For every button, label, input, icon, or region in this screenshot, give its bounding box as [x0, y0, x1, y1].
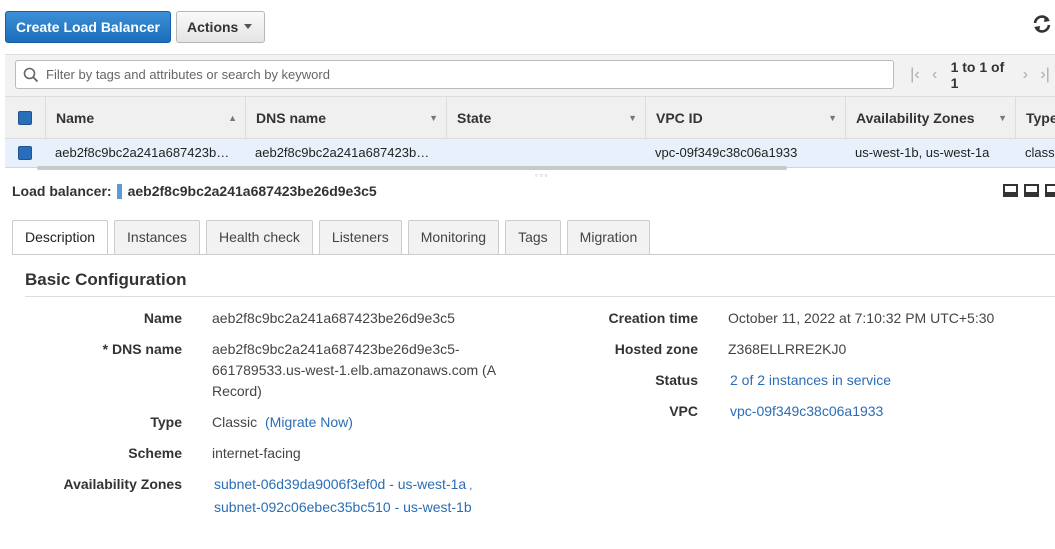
hosted-zone-value: Z368ELLRRE2KJ0	[728, 341, 847, 357]
zones-label: Availability Zones	[63, 476, 182, 492]
top-toolbar: Create Load Balancer Actions	[0, 0, 1055, 54]
tab-monitoring[interactable]: Monitoring	[407, 220, 500, 254]
dns-value: aeb2f8c9bc2a241a687423be26d9e3c5- 661789…	[212, 339, 512, 402]
tab-divider	[12, 254, 1055, 255]
column-header-state[interactable]: State ▼	[446, 97, 645, 139]
sort-icon: ▼	[429, 113, 438, 123]
type-text: Classic	[212, 414, 258, 430]
detail-header-value: aeb2f8c9bc2a241a687423be26d9e3c5	[127, 183, 377, 199]
migrate-now-link[interactable]: (Migrate Now)	[265, 414, 353, 430]
type-label: Type	[150, 414, 182, 430]
section-title: Basic Configuration	[25, 270, 187, 289]
dns-label: * DNS name	[102, 341, 182, 357]
cell-vpc: vpc-09f349c38c06a1933	[655, 145, 798, 160]
tab-health-check[interactable]: Health check	[205, 220, 313, 254]
actions-dropdown-button[interactable]: Actions	[176, 11, 265, 43]
filter-bar: |‹ ‹ 1 to 1 of 1 › ›|	[5, 54, 1055, 96]
hosted-zone-label: Hosted zone	[614, 341, 698, 357]
resize-handle[interactable]: ▫▫▫	[535, 171, 550, 180]
dns-value-line: Record)	[212, 383, 262, 399]
sort-ascending-icon: ▲	[228, 113, 237, 123]
dns-value-line: 661789533.us-west-1.elb.amazonaws.com (A	[212, 362, 497, 378]
name-value: aeb2f8c9bc2a241a687423be26d9e3c5	[212, 310, 455, 326]
detail-header: Load balancer: aeb2f8c9bc2a241a687423be2…	[12, 182, 377, 200]
search-box	[15, 60, 894, 89]
column-header-dns[interactable]: DNS name ▼	[245, 97, 446, 139]
status-link[interactable]: 2 of 2 instances in service	[730, 370, 891, 391]
selection-marker	[116, 183, 122, 199]
table-row[interactable]: aeb2f8c9bc2a241a687423b… aeb2f8c9bc2a241…	[5, 139, 1055, 168]
pagination: |‹ ‹ 1 to 1 of 1 › ›|	[905, 59, 1055, 91]
creation-time-value: October 11, 2022 at 7:10:32 PM UTC+5:30	[728, 310, 995, 326]
search-icon	[23, 67, 39, 83]
detail-header-label: Load balancer:	[12, 183, 112, 199]
panel-layout-controls	[1003, 184, 1055, 197]
tab-migration[interactable]: Migration	[566, 220, 651, 254]
sort-icon: ▼	[828, 113, 837, 123]
tab-description[interactable]: Description	[12, 220, 109, 255]
select-all-checkbox[interactable]	[18, 111, 32, 125]
table-header: Name ▲ DNS name ▼ State ▼ VPC ID ▼ Avail…	[5, 96, 1055, 139]
creation-time-label: Creation time	[608, 310, 698, 326]
actions-label: Actions	[187, 19, 239, 35]
layout-bottom-icon[interactable]	[1003, 184, 1018, 197]
tab-listeners[interactable]: Listeners	[318, 220, 402, 254]
cell-type: classic	[1025, 145, 1055, 160]
subnet-link[interactable]: subnet-092c06ebec35bc510 - us-west-1b	[214, 499, 472, 515]
name-label: Name	[143, 310, 182, 326]
first-page-icon[interactable]: |‹	[905, 66, 925, 84]
sort-icon: ▼	[628, 113, 637, 123]
tab-instances[interactable]: Instances	[114, 220, 200, 254]
row-checkbox[interactable]	[18, 146, 32, 160]
status-label: Status	[655, 372, 698, 388]
subnet-link[interactable]: subnet-06d39da9006f3ef0d - us-west-1a	[214, 476, 466, 492]
vpc-link[interactable]: vpc-09f349c38c06a1933	[730, 401, 883, 422]
cell-zones: us-west-1b, us-west-1a	[855, 145, 990, 160]
column-header-name[interactable]: Name ▲	[45, 97, 245, 139]
layout-top-icon[interactable]	[1045, 184, 1055, 197]
vpc-label: VPC	[669, 403, 698, 419]
dns-value-line: aeb2f8c9bc2a241a687423be26d9e3c5-	[212, 341, 460, 357]
prev-page-icon[interactable]: ‹	[925, 66, 945, 84]
detail-tabs: Description Instances Health check Liste…	[12, 220, 656, 255]
tab-tags[interactable]: Tags	[505, 220, 561, 254]
zones-value: subnet-06d39da9006f3ef0d - us-west-1a, s…	[214, 474, 514, 518]
cell-name: aeb2f8c9bc2a241a687423b…	[55, 145, 230, 160]
cell-dns: aeb2f8c9bc2a241a687423b…	[255, 145, 430, 160]
cell-state	[446, 139, 645, 167]
sort-icon: ▼	[998, 113, 1007, 123]
type-value: Classic (Migrate Now)	[212, 412, 353, 433]
page-range: 1 to 1 of 1	[950, 59, 1005, 91]
layout-split-icon[interactable]	[1024, 184, 1039, 197]
create-load-balancer-button[interactable]: Create Load Balancer	[5, 11, 171, 43]
column-header-vpc[interactable]: VPC ID ▼	[645, 97, 845, 139]
chevron-down-icon	[244, 24, 252, 29]
search-input[interactable]	[46, 62, 886, 87]
section-divider	[25, 296, 1055, 297]
horizontal-scrollbar[interactable]	[37, 166, 787, 170]
column-header-zones[interactable]: Availability Zones ▼	[845, 97, 1015, 139]
scheme-value: internet-facing	[212, 445, 301, 461]
refresh-icon[interactable]	[1031, 13, 1053, 35]
zone-separator: ,	[469, 480, 473, 492]
next-page-icon[interactable]: ›	[1015, 66, 1035, 84]
last-page-icon[interactable]: ›|	[1035, 66, 1055, 84]
column-header-type[interactable]: Type	[1015, 97, 1055, 139]
scheme-label: Scheme	[128, 445, 182, 461]
